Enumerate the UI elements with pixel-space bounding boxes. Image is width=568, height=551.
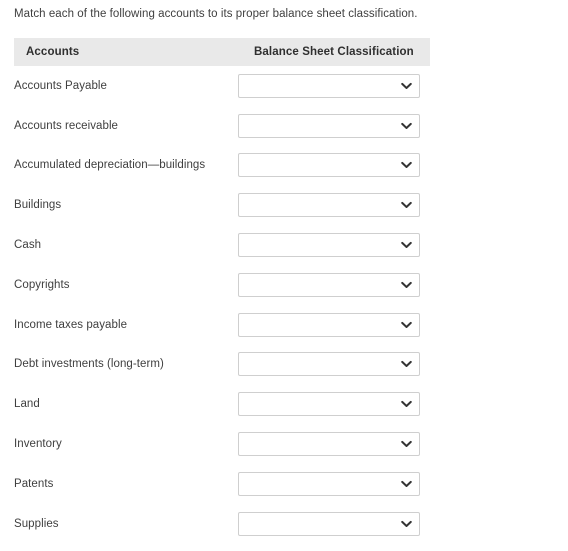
classification-cell [238,193,430,218]
classification-cell [238,432,430,457]
classification-select-wrapper [238,511,420,536]
account-classification-table: Accounts Balance Sheet Classification Ac… [14,38,430,544]
table-row: Cash [14,225,430,265]
matching-question-page: Match each of the following accounts to … [0,0,568,551]
question-prompt: Match each of the following accounts to … [14,8,418,20]
classification-cell [238,272,430,297]
classification-select-wrapper [238,352,420,377]
account-name-label: Copyrights [14,278,70,291]
classification-select[interactable] [238,432,420,457]
classification-cell [238,153,430,178]
classification-select-wrapper [238,432,420,457]
classification-select[interactable] [238,352,420,377]
classification-cell [238,471,430,496]
classification-select-wrapper [238,471,420,496]
account-name-label: Accumulated depreciation—buildings [14,159,206,172]
account-name-label: Income taxes payable [14,318,128,331]
classification-cell [238,352,430,377]
classification-select[interactable] [238,511,420,536]
account-name-label: Patents [14,477,54,490]
classification-cell [238,312,430,337]
classification-select-wrapper [238,312,420,337]
classification-select-wrapper [238,193,420,218]
table-row: Supplies [14,504,430,544]
classification-select[interactable] [238,471,420,496]
classification-select-wrapper [238,272,420,297]
table-body: Accounts Payable Accounts receivable Accum… [14,66,430,544]
column-header-balance-sheet-classification: Balance Sheet Classification [254,46,414,58]
account-name-label: Land [14,398,40,411]
account-name-label: Accounts receivable [14,119,119,132]
classification-select[interactable] [238,392,420,417]
classification-cell [238,73,430,98]
classification-select[interactable] [238,113,420,138]
account-name-label: Supplies [14,517,59,530]
classification-select[interactable] [238,233,420,258]
table-row: Income taxes payable [14,305,430,345]
classification-select-wrapper [238,73,420,98]
classification-select[interactable] [238,312,420,337]
classification-select[interactable] [238,193,420,218]
classification-cell [238,392,430,417]
classification-select[interactable] [238,153,420,178]
table-row: Accounts Payable [14,66,430,106]
table-row: Accounts receivable [14,106,430,146]
account-name-label: Inventory [14,438,62,451]
table-header-row: Accounts Balance Sheet Classification [14,38,430,66]
account-name-label: Cash [14,239,42,252]
classification-select-wrapper [238,233,420,258]
table-row: Buildings [14,185,430,225]
classification-cell [238,511,430,536]
column-header-accounts: Accounts [26,46,80,58]
table-row: Accumulated depreciation—buildings [14,146,430,186]
classification-select[interactable] [238,73,420,98]
account-name-label: Debt investments (long-term) [14,358,164,371]
classification-cell [238,113,430,138]
classification-select[interactable] [238,272,420,297]
account-name-label: Accounts Payable [14,79,107,92]
table-row: Debt investments (long-term) [14,345,430,385]
classification-select-wrapper [238,113,420,138]
table-row: Inventory [14,424,430,464]
table-row: Copyrights [14,265,430,305]
classification-cell [238,233,430,258]
table-row: Land [14,384,430,424]
classification-select-wrapper [238,153,420,178]
table-row: Patents [14,464,430,504]
classification-select-wrapper [238,392,420,417]
account-name-label: Buildings [14,199,62,212]
